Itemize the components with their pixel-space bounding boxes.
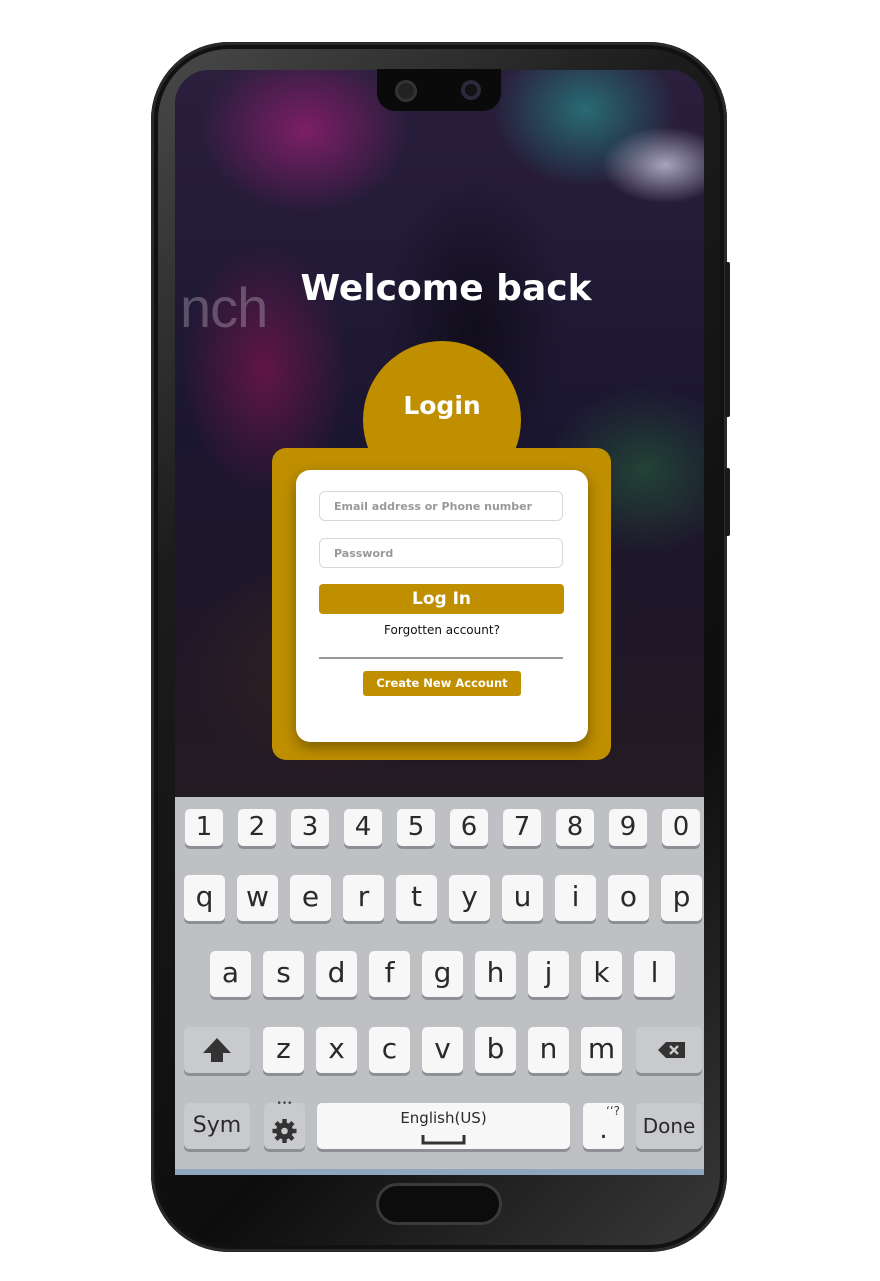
create-account-button[interactable]: Create New Account — [363, 671, 521, 696]
settings-key[interactable]: ••• — [264, 1099, 305, 1149]
key-u[interactable]: u — [502, 875, 543, 921]
key-4[interactable]: 4 — [344, 809, 382, 846]
key-x[interactable]: x — [316, 1027, 357, 1073]
divider — [319, 657, 563, 659]
key-z[interactable]: z — [263, 1027, 304, 1073]
key-7[interactable]: 7 — [503, 809, 541, 846]
punctuation-key[interactable]: ‘‘? . — [583, 1103, 624, 1149]
key-1[interactable]: 1 — [185, 809, 223, 846]
login-button[interactable]: Log In — [319, 584, 564, 614]
key-t[interactable]: t — [396, 875, 437, 921]
login-heading: Login — [403, 391, 481, 420]
key-b[interactable]: b — [475, 1027, 516, 1073]
key-j[interactable]: j — [528, 951, 569, 997]
backspace-key[interactable] — [636, 1027, 702, 1073]
email-field[interactable] — [319, 491, 563, 521]
key-a[interactable]: a — [210, 951, 251, 997]
key-h[interactable]: h — [475, 951, 516, 997]
sym-key[interactable]: Sym — [184, 1103, 250, 1149]
key-m[interactable]: m — [581, 1027, 622, 1073]
key-2[interactable]: 2 — [238, 809, 276, 846]
shift-key[interactable] — [184, 1027, 250, 1073]
key-y[interactable]: y — [449, 875, 490, 921]
key-c[interactable]: c — [369, 1027, 410, 1073]
key-s[interactable]: s — [263, 951, 304, 997]
done-key[interactable]: Done — [636, 1103, 702, 1149]
keyboard-bottom-bar — [175, 1169, 704, 1175]
key-d[interactable]: d — [316, 951, 357, 997]
key-f[interactable]: f — [369, 951, 410, 997]
space-key[interactable]: English(US) — [317, 1103, 570, 1149]
welcome-title: Welcome back — [300, 268, 592, 309]
key-w[interactable]: w — [237, 875, 278, 921]
period-label: . — [599, 1115, 608, 1145]
key-o[interactable]: o — [608, 875, 649, 921]
key-5[interactable]: 5 — [397, 809, 435, 846]
backspace-icon — [658, 1042, 685, 1058]
front-camera-icon — [461, 80, 481, 100]
password-field[interactable] — [319, 538, 563, 568]
gear-icon — [272, 1119, 297, 1143]
home-button[interactable] — [376, 1183, 502, 1225]
key-k[interactable]: k — [581, 951, 622, 997]
key-n[interactable]: n — [528, 1027, 569, 1073]
key-l[interactable]: l — [634, 951, 675, 997]
space-bar-icon — [421, 1135, 466, 1145]
key-9[interactable]: 9 — [609, 809, 647, 846]
key-g[interactable]: g — [422, 951, 463, 997]
shift-arrow-icon — [203, 1038, 231, 1062]
key-6[interactable]: 6 — [450, 809, 488, 846]
key-p[interactable]: p — [661, 875, 702, 921]
volume-button — [725, 262, 730, 417]
key-3[interactable]: 3 — [291, 809, 329, 846]
key-0[interactable]: 0 — [662, 809, 700, 846]
forgot-account-link[interactable]: Forgotten account? — [296, 623, 588, 637]
key-8[interactable]: 8 — [556, 809, 594, 846]
key-i[interactable]: i — [555, 875, 596, 921]
key-q[interactable]: q — [184, 875, 225, 921]
key-r[interactable]: r — [343, 875, 384, 921]
power-button — [725, 468, 730, 536]
earpiece-speaker — [395, 80, 417, 102]
key-e[interactable]: e — [290, 875, 331, 921]
key-v[interactable]: v — [422, 1027, 463, 1073]
